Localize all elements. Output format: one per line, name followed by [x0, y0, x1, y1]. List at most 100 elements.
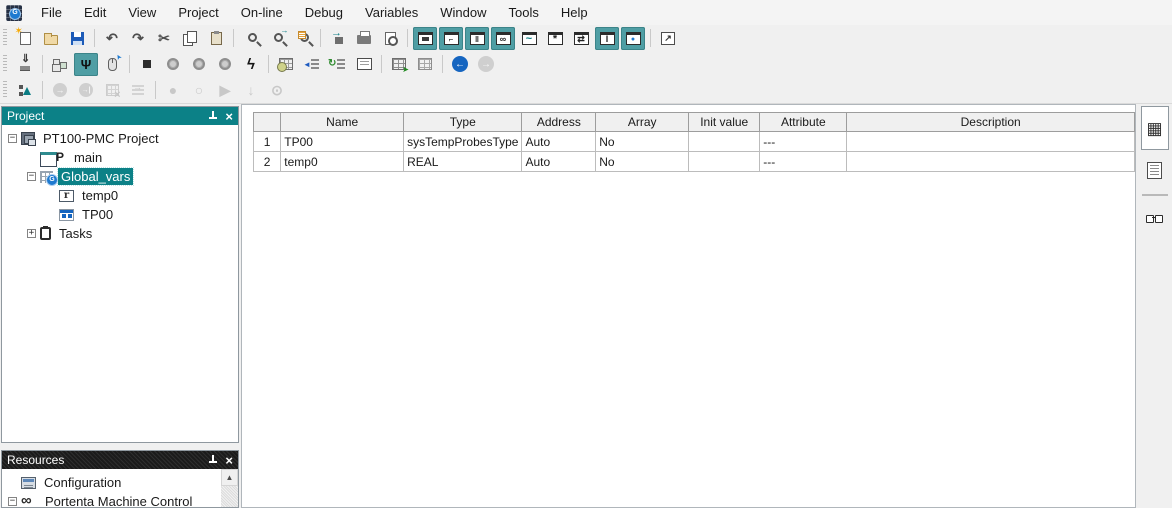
- collapse-icon[interactable]: −: [8, 497, 17, 506]
- toolbar-grip[interactable]: [3, 81, 7, 99]
- menu-tools[interactable]: Tools: [498, 0, 550, 25]
- cut-button[interactable]: ✂: [152, 27, 176, 50]
- tree-item-tasks[interactable]: + Tasks: [2, 224, 238, 243]
- redo-button[interactable]: ↷: [126, 27, 150, 50]
- async-graphic-window-button[interactable]: [300, 53, 324, 76]
- tree-item-global-vars[interactable]: − Global_vars: [2, 167, 238, 186]
- hot-restart-button[interactable]: [213, 53, 237, 76]
- run-to-cursor-button[interactable]: [126, 79, 150, 102]
- pin-icon[interactable]: [208, 111, 218, 122]
- remove-all-breakpoints-button[interactable]: [100, 79, 124, 102]
- grid-cell[interactable]: No: [596, 132, 689, 152]
- download-plc-code-button[interactable]: [13, 53, 37, 76]
- toggle-cross-reference-window[interactable]: [569, 27, 593, 50]
- menu-window[interactable]: Window: [429, 0, 497, 25]
- column-header-description[interactable]: Description: [847, 113, 1135, 132]
- record-button[interactable]: ●: [161, 79, 185, 102]
- grid-cell[interactable]: temp0: [281, 152, 404, 172]
- menu-project[interactable]: Project: [167, 0, 229, 25]
- navigate-forward-button[interactable]: [474, 53, 498, 76]
- menu-online[interactable]: On-line: [230, 0, 294, 25]
- column-header-rownum[interactable]: [254, 113, 281, 132]
- toggle-properties-window[interactable]: [439, 27, 463, 50]
- grid-cell[interactable]: [689, 132, 760, 152]
- grid-cell[interactable]: ---: [760, 152, 847, 172]
- save-project-button[interactable]: [65, 27, 89, 50]
- tree-label[interactable]: PT100-PMC Project: [40, 130, 162, 147]
- cold-restart-button[interactable]: [161, 53, 185, 76]
- undo-button[interactable]: ↶: [100, 27, 124, 50]
- scroll-up-icon[interactable]: ▲: [221, 469, 238, 486]
- row-number-cell[interactable]: 1: [254, 132, 281, 152]
- column-header-address[interactable]: Address: [522, 113, 596, 132]
- toggle-library-window[interactable]: [465, 27, 489, 50]
- sync-graphic-window-button[interactable]: [326, 53, 350, 76]
- menu-file[interactable]: File: [30, 0, 73, 25]
- toggle-watch-window[interactable]: [491, 27, 515, 50]
- find-button[interactable]: [239, 27, 263, 50]
- remove-symbol-from-debug-button[interactable]: [74, 79, 98, 102]
- live-debug-mode-button[interactable]: [13, 79, 37, 102]
- new-project-button[interactable]: [13, 27, 37, 50]
- pin-icon[interactable]: [208, 455, 218, 466]
- tree-label[interactable]: Tasks: [56, 225, 95, 242]
- tree-label[interactable]: temp0: [79, 187, 121, 204]
- close-icon[interactable]: ×: [225, 454, 233, 467]
- menu-debug[interactable]: Debug: [294, 0, 354, 25]
- grid-cell[interactable]: Auto: [522, 152, 596, 172]
- watch-view-button[interactable]: [1141, 202, 1169, 236]
- fullscreen-button[interactable]: [656, 27, 680, 50]
- step-button[interactable]: ↓: [239, 79, 263, 102]
- navigate-back-button[interactable]: [448, 53, 472, 76]
- run-plc-button[interactable]: [239, 53, 263, 76]
- column-header-type[interactable]: Type: [404, 113, 522, 132]
- column-header-attribute[interactable]: Attribute: [760, 113, 847, 132]
- collapse-icon[interactable]: −: [8, 134, 17, 143]
- grid-cell[interactable]: [847, 132, 1135, 152]
- find-next-button[interactable]: [265, 27, 289, 50]
- menu-variables[interactable]: Variables: [354, 0, 429, 25]
- grid-cell[interactable]: REAL: [404, 152, 522, 172]
- tree-item-configuration[interactable]: Configuration: [2, 473, 221, 492]
- tree-label[interactable]: Global_vars: [58, 168, 133, 185]
- connect-button[interactable]: [74, 53, 98, 76]
- collapse-icon[interactable]: −: [27, 172, 36, 181]
- breakpoint-button[interactable]: ○: [187, 79, 211, 102]
- tree-item-tp00[interactable]: TP00: [2, 205, 238, 224]
- close-icon[interactable]: ×: [225, 110, 233, 123]
- tree-item-temp0[interactable]: temp0: [2, 186, 238, 205]
- toggle-oscilloscope-window[interactable]: [517, 27, 541, 50]
- text-list-view-button[interactable]: [1141, 153, 1169, 187]
- warm-restart-button[interactable]: [187, 53, 211, 76]
- toggle-output-window[interactable]: [595, 27, 619, 50]
- goto-symbol-button[interactable]: [326, 27, 350, 50]
- menu-help[interactable]: Help: [550, 0, 599, 25]
- tree-label[interactable]: TP00: [79, 206, 116, 223]
- toolbar-grip[interactable]: [3, 29, 7, 47]
- find-in-project-button[interactable]: [291, 27, 315, 50]
- resources-scrollbar[interactable]: ▲: [221, 469, 238, 507]
- grid-cell[interactable]: Auto: [522, 132, 596, 152]
- grid-cell[interactable]: [847, 152, 1135, 172]
- continue-button[interactable]: ▶: [213, 79, 237, 102]
- open-project-button[interactable]: [39, 27, 63, 50]
- grid-cell[interactable]: sysTempProbesType: [404, 132, 522, 152]
- expand-icon[interactable]: +: [27, 229, 36, 238]
- toolbar-grip[interactable]: [3, 55, 7, 73]
- simulation-mode-button[interactable]: [100, 53, 124, 76]
- menu-edit[interactable]: Edit: [73, 0, 117, 25]
- column-header-init-value[interactable]: Init value: [689, 113, 760, 132]
- watch-window-button[interactable]: [274, 53, 298, 76]
- trigger-button[interactable]: ⊙: [265, 79, 289, 102]
- tree-label[interactable]: main: [71, 149, 105, 166]
- tree-label[interactable]: Configuration: [41, 474, 124, 491]
- toggle-find-results-window[interactable]: [621, 27, 645, 50]
- tree-item-main[interactable]: main: [2, 148, 238, 167]
- tree-item-portenta-machine-control[interactable]: −Portenta Machine Control: [2, 492, 221, 507]
- paste-button[interactable]: [204, 27, 228, 50]
- edit-variables-button[interactable]: [352, 53, 376, 76]
- insert-record-button[interactable]: [387, 53, 411, 76]
- print-button[interactable]: [352, 27, 376, 50]
- add-symbol-to-debug-button[interactable]: [48, 79, 72, 102]
- toggle-operators-window[interactable]: [543, 27, 567, 50]
